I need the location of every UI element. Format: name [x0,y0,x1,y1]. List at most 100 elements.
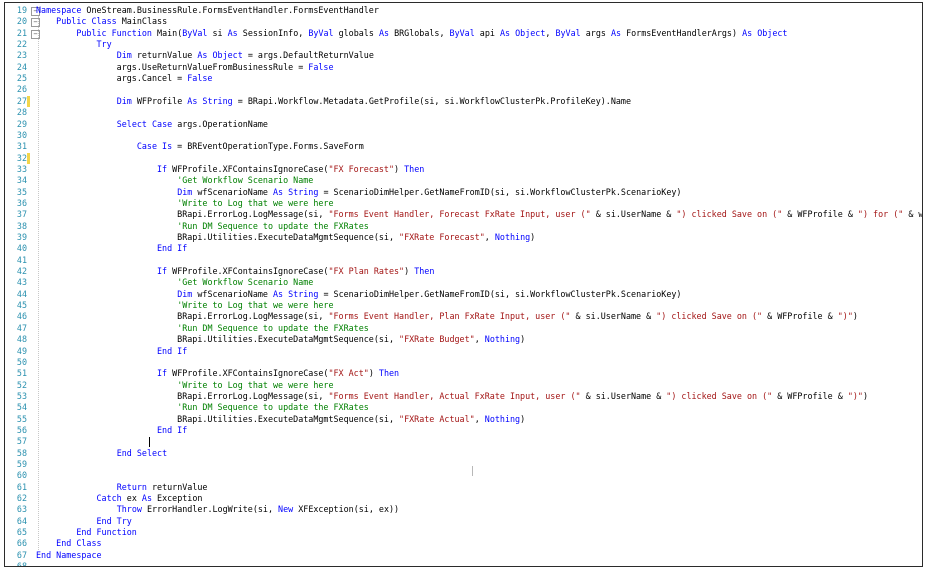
line-number: 30 [16,129,27,140]
code-token: ") clicked Save on (" [666,390,773,401]
code-line[interactable]: 40 End If [5,243,922,254]
code-line[interactable]: 55 BRapi.Utilities.ExecuteDataMgmtSequen… [5,414,922,425]
code-line[interactable]: 42 If WFProfile.XFContainsIgnoreCase("FX… [5,266,922,277]
code-line[interactable]: 29 Select Case args.OperationName [5,119,922,130]
code-line[interactable]: 37 BRapi.ErrorLog.LogMessage(si, "Forms … [5,209,922,220]
code-line[interactable]: 52 'Write to Log that we were here [5,380,922,391]
code-text: 'Write to Log that we were here [36,198,333,209]
code-line[interactable]: 64 End Try [5,516,922,527]
code-token: BRapi.ErrorLog.LogMessage(si, [36,209,329,220]
code-text: Case Is = BREventOperationType.Forms.Sav… [36,141,364,152]
code-token: SessionInfo, [237,27,309,38]
code-line[interactable]: 54 'Run DM Sequence to update the FXRate… [5,402,922,413]
code-line[interactable]: 62 Catch ex As Exception [5,493,922,504]
code-line[interactable]: 39 BRapi.Utilities.ExecuteDataMgmtSequen… [5,232,922,243]
code-token: Dim [116,50,132,61]
code-token: Main( [151,27,183,38]
code-token: ByVal [555,27,581,38]
code-token: 'Get Workflow Scenario Name [177,277,314,288]
code-line[interactable]: 41 [5,255,922,266]
code-token: BRapi.Utilities.ExecuteDataMgmtSequence(… [36,232,400,242]
code-line[interactable]: 28 [5,107,922,118]
code-line[interactable]: 48 BRapi.Utilities.ExecuteDataMgmtSequen… [5,334,922,345]
code-line[interactable]: 61 Return returnValue [5,482,922,493]
code-line[interactable]: 49 End If [5,346,922,357]
code-line[interactable]: 20− Public Class MainClass [5,16,922,28]
code-line[interactable]: 22 Try [5,39,922,50]
code-line[interactable]: 24 args.UseReturnValueFromBusinessRule =… [5,62,922,73]
line-number: 35 [16,186,27,197]
code-line[interactable]: 36 'Write to Log that we were here [5,198,922,209]
code-token: Nothing [484,413,521,424]
code-line[interactable]: 68 [5,561,922,566]
code-line[interactable]: 56 End If [5,425,922,436]
code-line[interactable]: 67 End Namespace [5,550,922,561]
code-line[interactable]: 34 'Get Workflow Scenario Name [5,175,922,186]
code-line[interactable]: 21− Public Function Main(ByVal si As Ses… [5,28,922,39]
code-token: ")" [847,390,863,401]
code-line[interactable]: 32 [5,152,922,164]
code-line[interactable]: 57 [5,436,922,448]
code-line[interactable]: 27 Dim WFProfile As String = BRapi.Workf… [5,95,922,108]
code-line[interactable]: 51 If WFProfile.XFContainsIgnoreCase("FX… [5,368,922,379]
code-token: "FXRate Forecast" [399,232,485,242]
code-line[interactable]: 50 [5,357,922,368]
code-line[interactable]: 23 Dim returnValue As Object = args.Defa… [5,50,922,61]
mouse-ibeam-cursor [472,466,473,476]
code-line[interactable]: 63 Throw ErrorHandler.LogWrite(si, New X… [5,504,922,515]
code-token: FormsEventHandlerArgs) [621,27,743,38]
code-token: MainClass [116,16,168,27]
code-line[interactable]: 31 Case Is = BREventOperationType.Forms.… [5,141,922,152]
code-line[interactable]: 60 [5,470,922,481]
code-text: 'Run DM Sequence to update the FXRates [36,402,369,413]
code-line[interactable]: 65 End Function [5,527,922,538]
code-text: args.UseReturnValueFromBusinessRule = Fa… [36,62,334,73]
code-text: args.Cancel = False [36,73,213,84]
code-line[interactable]: 45 'Write to Log that we were here [5,300,922,311]
code-token: ) [530,232,536,242]
code-editor[interactable]: 19− Namespace OneStream.BusinessRule.Form… [4,2,923,567]
code-token: & si.UserName & [570,311,657,322]
code-line[interactable]: 47 'Run DM Sequence to update the FXRate… [5,323,922,334]
code-token: As [610,27,622,38]
line-number: 60 [16,470,27,481]
code-token: As Object [499,27,546,38]
code-line[interactable]: 19− Namespace OneStream.BusinessRule.Form… [5,5,922,16]
code-line[interactable]: 33 If WFProfile.XFContainsIgnoreCase("FX… [5,164,922,175]
code-line[interactable]: 53 BRapi.ErrorLog.LogMessage(si, "Forms … [5,391,922,402]
code-line[interactable]: 59 [5,459,922,470]
code-token: End If [157,424,188,435]
code-line[interactable]: 66 End Class [5,538,922,549]
code-token: & si.UserName & [590,209,677,220]
code-token: ) [852,311,858,322]
line-number: 28 [16,107,27,118]
code-token: ) [368,368,379,379]
code-text: Dim WFProfile As String = BRapi.Workflow… [36,96,631,107]
code-line[interactable]: 44 Dim wfScenarioName As String = Scenar… [5,289,922,300]
line-number: 58 [16,447,27,458]
line-number: 23 [16,50,27,61]
code-line[interactable]: 25 args.Cancel = False [5,73,922,84]
code-line[interactable]: 58 End Select [5,448,922,459]
code-line[interactable]: 43 'Get Workflow Scenario Name [5,277,922,288]
line-number: 34 [16,175,27,186]
code-line[interactable]: 46 BRapi.ErrorLog.LogMessage(si, "Forms … [5,311,922,322]
code-line[interactable]: 35 Dim wfScenarioName As String = Scenar… [5,187,922,198]
code-line[interactable]: 26 [5,84,922,95]
code-token: BRapi.Utilities.ExecuteDataMgmtSequence(… [36,334,400,345]
code-text: Catch ex As Exception [36,493,203,504]
line-number: 49 [16,345,27,356]
code-text: If WFProfile.XFContainsIgnoreCase("FX Pl… [36,266,434,277]
code-line[interactable]: 38 'Run DM Sequence to update the FXRate… [5,221,922,232]
code-line[interactable]: 30 [5,130,922,141]
line-number: 42 [16,266,27,277]
code-token: Then [378,368,400,379]
line-number: 25 [16,73,27,84]
code-token: 'Write to Log that we were here [177,379,334,390]
